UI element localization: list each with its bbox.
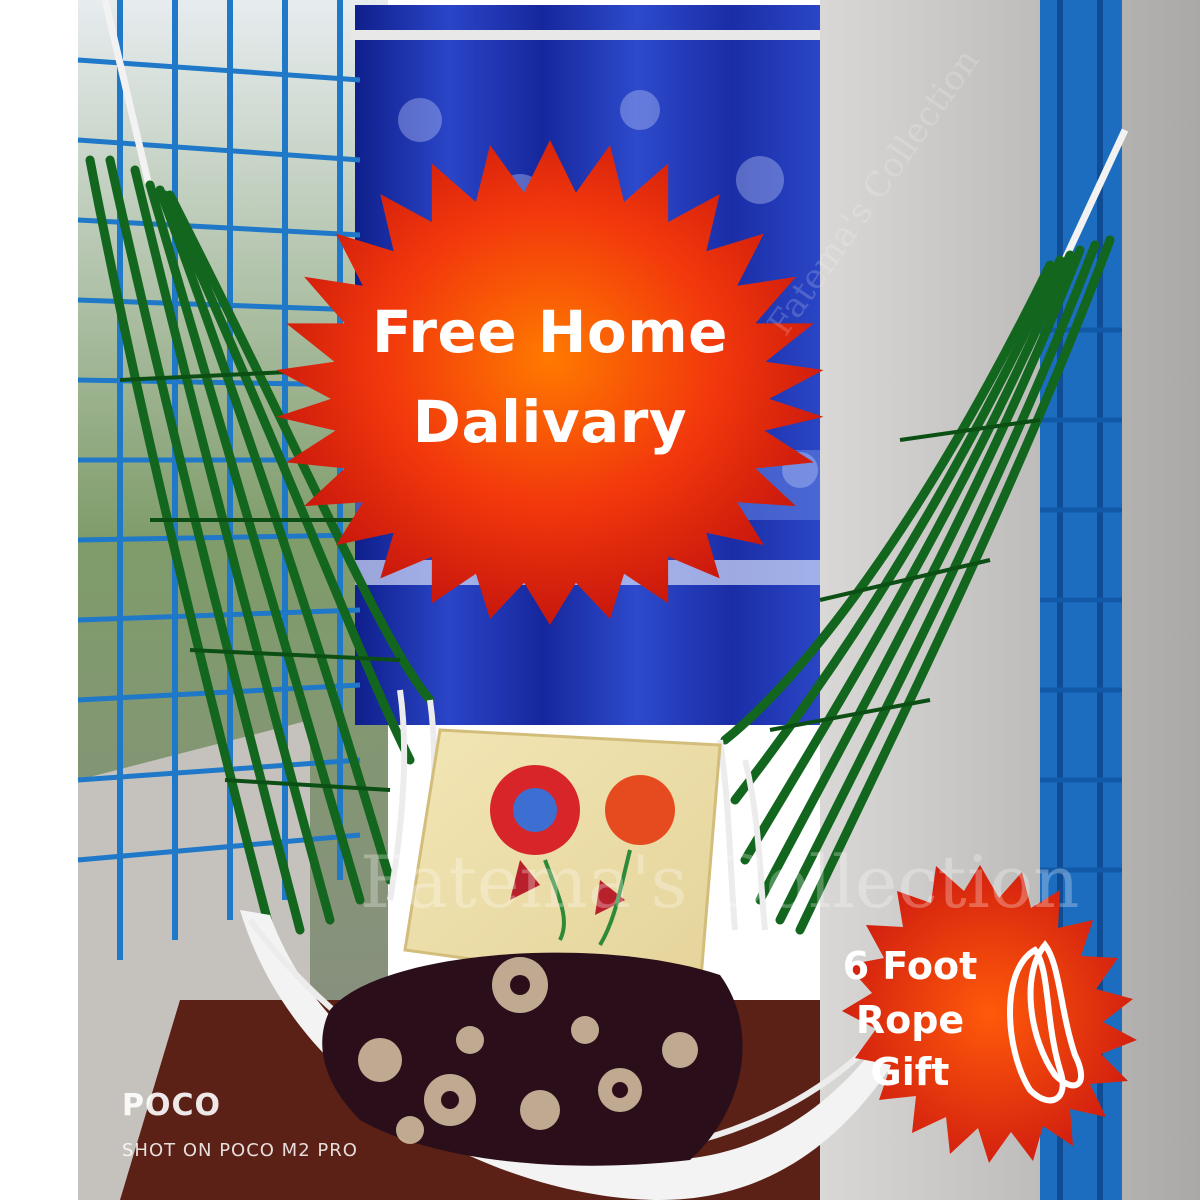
badge-gift-line3: Gift xyxy=(870,1050,950,1094)
badge-gift-line1: 6 Foot xyxy=(842,944,978,988)
badge-main-line2: Dalivary xyxy=(412,388,688,456)
badge-main-line1: Free Home xyxy=(371,298,729,366)
camera-shot-on-text: SHOT ON POCO M2 PRO xyxy=(122,1140,358,1161)
badge-gift-line2: Rope xyxy=(855,998,965,1042)
product-photo: Fatema's Collection Fatema's Collection … xyxy=(0,0,1200,1200)
camera-brand-mark: POCO xyxy=(122,1088,222,1123)
hammock-photo-illustration xyxy=(0,0,1200,1200)
